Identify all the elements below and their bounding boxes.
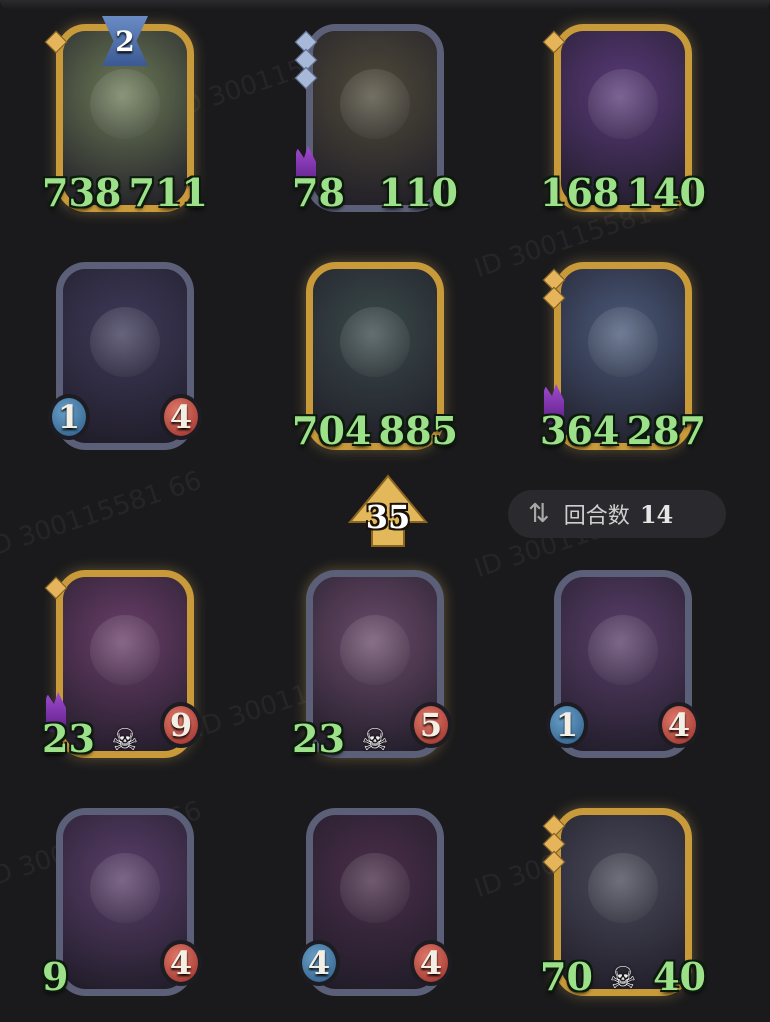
health-value: 110 (378, 170, 458, 215)
top-bar (0, 0, 770, 10)
unit-card-star-sorceress[interactable]: 168 140 (540, 24, 706, 216)
portrait-figure (340, 853, 410, 924)
attack-value: 738 (42, 170, 122, 215)
health-value: 40 (653, 954, 706, 999)
health-value: 4 (160, 394, 202, 440)
attack-value: 23 (292, 716, 345, 761)
portrait-figure (90, 307, 160, 378)
portrait-figure (340, 69, 410, 140)
attack-value: 1 (546, 702, 588, 748)
unit-card-bearded-king[interactable]: 364 287 (540, 262, 706, 454)
attack-value: 9 (42, 954, 69, 999)
unit-card-fang-plant[interactable]: 704 885 (292, 262, 458, 454)
skull-icon: ☠ (361, 723, 389, 758)
unit-card-rat-bandit[interactable]: 94 (42, 808, 202, 1000)
health-value: 711 (128, 170, 208, 215)
attack-value: 168 (540, 170, 620, 215)
health-value: 4 (410, 940, 452, 986)
health-value: 4 (160, 940, 202, 986)
portrait-figure (340, 307, 410, 378)
health-value: 140 (626, 170, 706, 215)
watermark: ID 300115581 66 (0, 465, 206, 565)
health-value: 287 (626, 408, 706, 453)
portrait-figure (90, 615, 160, 686)
unit-card-rat-bandit[interactable]: 14 (546, 570, 700, 762)
portrait-figure (588, 307, 658, 378)
health-value: 4 (658, 702, 700, 748)
portrait-figure (90, 69, 160, 140)
round-value: 14 (639, 499, 674, 529)
unit-card-clown-jester[interactable]: 44 (298, 808, 452, 1000)
portrait-figure (90, 853, 160, 924)
health-value: 5 (410, 702, 452, 748)
attack-value: 4 (298, 940, 340, 986)
unit-card-helmet-soldier[interactable]: 70 40 ☠ (540, 808, 706, 1000)
portrait-figure (588, 853, 658, 924)
unit-card-masked-wrestler[interactable]: 23 5 ☠ (292, 570, 452, 762)
attack-value: 78 (292, 170, 345, 215)
timer-value: 35 (365, 498, 411, 536)
attack-value: 364 (540, 408, 620, 453)
swap-arrows-icon: ⇅ (528, 499, 550, 529)
unit-card-unicorn-knight[interactable]: 2 738 711 (42, 16, 208, 216)
attack-value: 70 (540, 954, 593, 999)
turn-timer[interactable]: 35 (348, 474, 428, 548)
skull-icon: ☠ (609, 961, 637, 996)
unit-card-horned-ogre[interactable]: 23 9 ☠ (42, 570, 202, 762)
round-label: 回合数 (563, 504, 630, 529)
health-value: 9 (160, 702, 202, 748)
unit-card-mushroom-goblin[interactable]: 78 110 (292, 24, 458, 216)
attack-value: 704 (292, 408, 372, 453)
unit-card-snake-sorceress[interactable]: 14 (48, 262, 202, 454)
health-value: 885 (378, 408, 458, 453)
round-counter: ⇅ 回合数 14 (508, 490, 726, 538)
attack-value: 1 (48, 394, 90, 440)
portrait-figure (340, 615, 410, 686)
skull-icon: ☠ (111, 723, 139, 758)
portrait-figure (588, 615, 658, 686)
portrait-figure (588, 69, 658, 140)
attack-value: 23 (42, 716, 95, 761)
